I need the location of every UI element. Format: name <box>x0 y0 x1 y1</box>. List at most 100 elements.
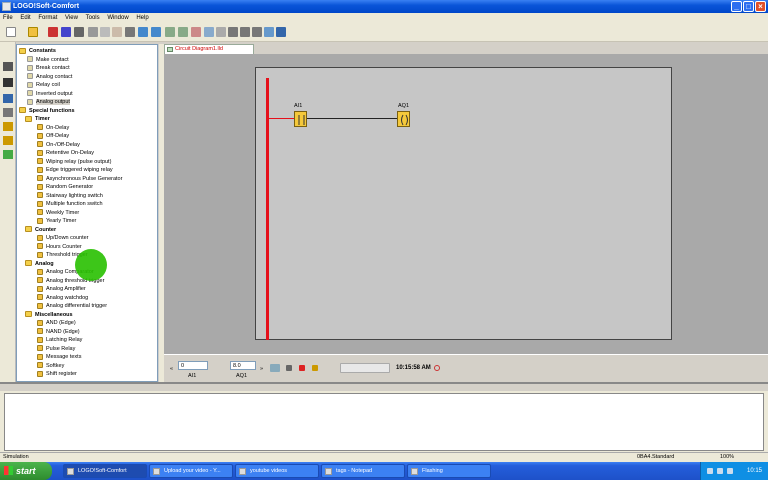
menu-file[interactable]: File <box>0 13 16 24</box>
tree-item[interactable]: Edge triggered wiping relay <box>37 166 113 174</box>
tree-item[interactable]: Up/Down counter <box>37 234 89 242</box>
text-icon[interactable] <box>3 78 13 87</box>
tree-group[interactable]: Special functions <box>19 107 75 115</box>
task-youtube[interactable]: youtube videos <box>235 464 319 478</box>
tree-item[interactable]: Softkey <box>37 362 64 370</box>
menu-view[interactable]: View <box>62 13 81 24</box>
tree-group[interactable]: Timer <box>25 115 50 123</box>
pause-icon[interactable] <box>312 365 318 371</box>
aq-label: AQ1 <box>236 373 248 379</box>
tree-item[interactable]: Stairway lighting switch <box>37 192 103 200</box>
tray-icon[interactable] <box>717 468 723 474</box>
constants-icon[interactable] <box>3 122 13 131</box>
task-upload[interactable]: Upload your video - Y... <box>149 464 233 478</box>
zoom-in-icon[interactable] <box>228 27 238 37</box>
open-icon[interactable] <box>28 27 38 37</box>
tree-item[interactable]: Analog watchdog <box>37 294 88 302</box>
tree-group[interactable]: Counter <box>25 226 56 234</box>
delete-icon[interactable] <box>125 27 135 37</box>
copy-icon[interactable] <box>100 27 110 37</box>
circuit-canvas[interactable]: AI1 AQ1 <box>255 67 672 340</box>
select-icon[interactable] <box>3 62 13 71</box>
tree-item[interactable]: Break contact <box>27 64 70 72</box>
tree-item[interactable]: Random Generator <box>37 183 93 191</box>
tree-item[interactable]: Weekly Timer <box>37 209 79 217</box>
analog-output-block[interactable] <box>397 111 410 127</box>
tree-item[interactable]: Asynchronous Pulse Generator <box>37 175 122 183</box>
paste-icon[interactable] <box>112 27 122 37</box>
tool-icon[interactable] <box>191 27 201 37</box>
upload-icon[interactable] <box>48 27 58 37</box>
tree-item[interactable]: Analog differential trigger <box>37 302 107 310</box>
tool-icon[interactable] <box>216 27 226 37</box>
play-icon[interactable] <box>286 365 292 371</box>
tree-item[interactable]: NAND (Edge) <box>37 328 80 336</box>
scroll-right-icon[interactable]: » <box>260 366 263 372</box>
tree-item[interactable]: Relay coil <box>27 81 60 89</box>
print-icon[interactable] <box>74 27 84 37</box>
block-icon <box>37 353 43 360</box>
tree-item[interactable]: Analog contact <box>27 73 72 81</box>
tool-icon[interactable] <box>204 27 214 37</box>
minimize-button[interactable]: _ <box>731 1 742 12</box>
tree-item[interactable]: Wiping relay (pulse output) <box>37 158 111 166</box>
tray-icon[interactable] <box>707 468 713 474</box>
tree-item[interactable]: On-Delay <box>37 124 69 132</box>
menu-help[interactable]: Help <box>133 13 151 24</box>
task-logo[interactable]: LOGO!Soft-Comfort <box>63 464 147 478</box>
help-icon[interactable] <box>276 27 286 37</box>
tree-group[interactable]: Analog <box>25 260 54 268</box>
stop-icon[interactable] <box>299 365 305 371</box>
menu-edit[interactable]: Edit <box>17 13 33 24</box>
tree-item[interactable]: Analog output <box>27 98 70 106</box>
properties-icon[interactable] <box>264 27 274 37</box>
tree-group[interactable]: Miscellaneous <box>25 311 73 319</box>
undo-icon[interactable] <box>138 27 148 37</box>
tree-item[interactable]: Make contact <box>27 56 69 64</box>
tree-item[interactable]: Inverted output <box>27 90 73 98</box>
tree-item[interactable]: Analog Amplifier <box>37 285 86 293</box>
tree-item[interactable]: Pulse Relay <box>37 345 75 353</box>
tree-item[interactable]: AND (Edge) <box>37 319 76 327</box>
sim-icon[interactable] <box>270 364 280 372</box>
task-flashing[interactable]: Flashing <box>407 464 491 478</box>
clock-icon[interactable] <box>434 365 440 371</box>
tool-icon[interactable] <box>165 27 175 37</box>
tree-item[interactable]: On-/Off-Delay <box>37 141 80 149</box>
cut-icon[interactable] <box>88 27 98 37</box>
new-icon[interactable] <box>6 27 16 37</box>
tree-item[interactable]: Yearly Timer <box>37 217 76 225</box>
tab-circuit-diagram[interactable]: Circuit Diagram1.lld <box>164 44 254 54</box>
maximize-button[interactable]: □ <box>743 1 754 12</box>
tree-item[interactable]: Shift register <box>37 370 77 378</box>
redo-icon[interactable] <box>151 27 161 37</box>
ai-value-input[interactable]: 0 <box>178 361 208 370</box>
tree-item[interactable]: Latching Relay <box>37 336 82 344</box>
folder-icon <box>19 47 26 54</box>
tree-item[interactable]: Hours Counter <box>37 243 82 251</box>
menu-tools[interactable]: Tools <box>83 13 103 24</box>
left-tool-strip <box>0 42 16 382</box>
tool-icon[interactable] <box>178 27 188 37</box>
fit-icon[interactable] <box>252 27 262 37</box>
connect-icon[interactable] <box>3 94 13 103</box>
functions-icon[interactable] <box>3 136 13 145</box>
simulation-icon[interactable] <box>3 150 13 159</box>
save-icon[interactable] <box>61 27 71 37</box>
tree-group[interactable]: Constants <box>19 47 56 55</box>
analog-contact-block[interactable] <box>294 111 307 127</box>
cycle-field[interactable] <box>340 363 390 373</box>
volume-icon[interactable] <box>727 468 733 474</box>
zoom-out-icon[interactable] <box>240 27 250 37</box>
tree-item[interactable]: Message texts <box>37 353 81 361</box>
task-notepad[interactable]: tags - Notepad <box>321 464 405 478</box>
close-button[interactable]: × <box>755 1 766 12</box>
tree-item[interactable]: Retentive On-Delay <box>37 149 94 157</box>
start-button[interactable]: start <box>0 462 52 480</box>
menu-window[interactable]: Window <box>104 13 131 24</box>
menu-format[interactable]: Format <box>35 13 60 24</box>
tree-item[interactable]: Off-Delay <box>37 132 69 140</box>
tree-item[interactable]: Multiple function switch <box>37 200 103 208</box>
cut-wire-icon[interactable] <box>3 108 13 117</box>
scroll-left-icon[interactable]: « <box>170 366 173 372</box>
